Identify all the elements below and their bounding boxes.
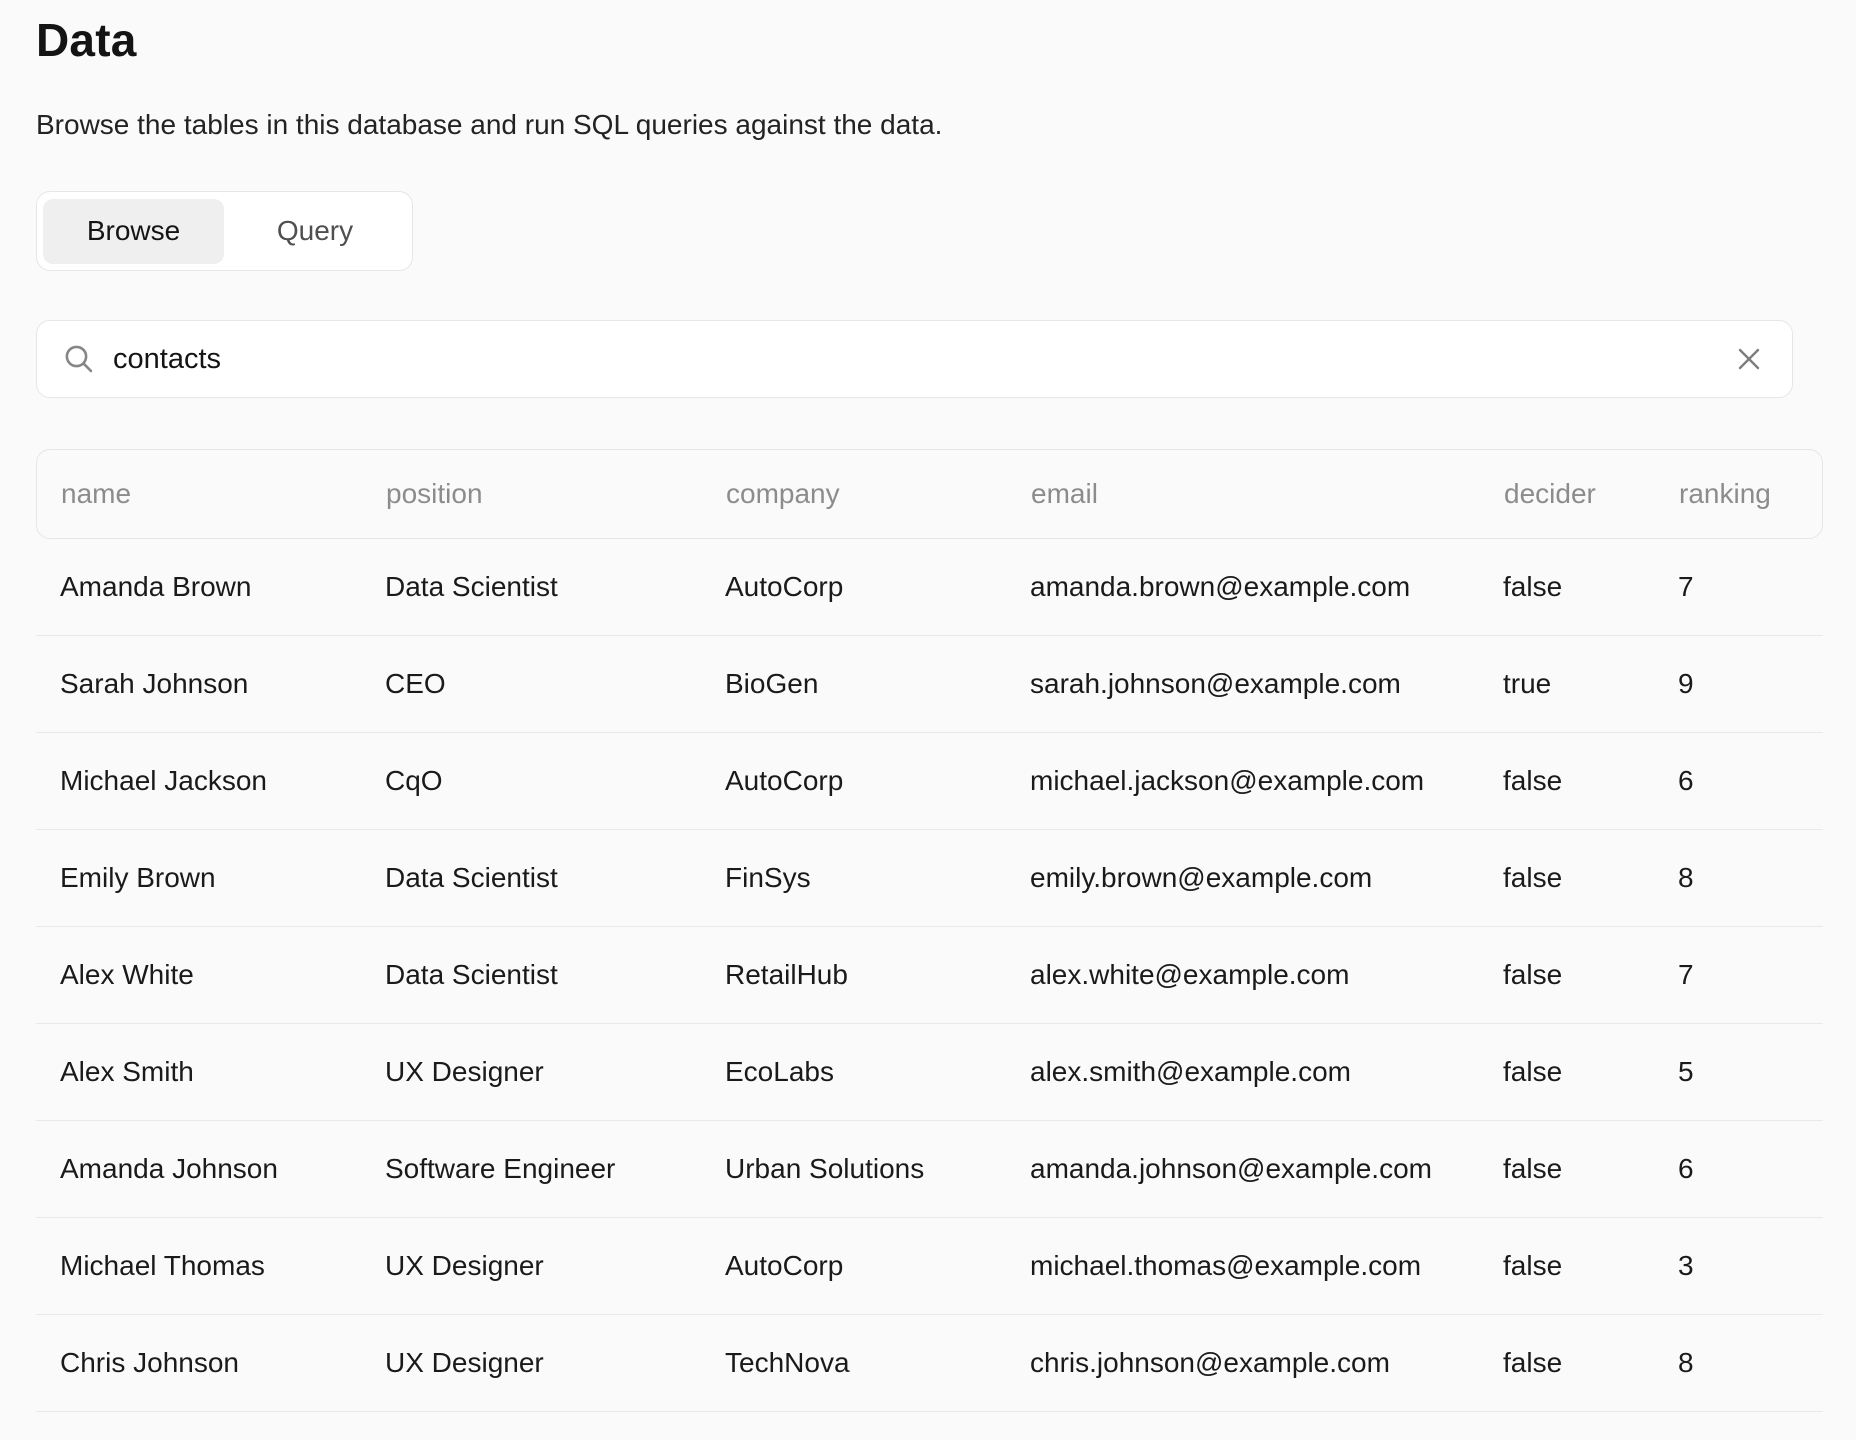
- cell-decider: false: [1503, 1250, 1678, 1282]
- cell-ranking: 3: [1678, 1250, 1823, 1282]
- cell-email: chris.johnson@example.com: [1030, 1347, 1503, 1379]
- cell-ranking: 8: [1678, 1347, 1823, 1379]
- data-page: Data Browse the tables in this database …: [36, 14, 1823, 1412]
- cell-name: Michael Thomas: [60, 1250, 385, 1282]
- cell-company: EcoLabs: [725, 1056, 1030, 1088]
- cell-decider: false: [1503, 862, 1678, 894]
- cell-ranking: 6: [1678, 1153, 1823, 1185]
- cell-position: Data Scientist: [385, 862, 725, 894]
- cell-name: Alex Smith: [60, 1056, 385, 1088]
- cell-company: TechNova: [725, 1347, 1030, 1379]
- cell-decider: false: [1503, 571, 1678, 603]
- search-bar: [36, 320, 1793, 398]
- cell-position: Data Scientist: [385, 571, 725, 603]
- cell-decider: false: [1503, 1347, 1678, 1379]
- cell-name: Amanda Brown: [60, 571, 385, 603]
- cell-position: Data Scientist: [385, 959, 725, 991]
- tab-query[interactable]: Query: [224, 199, 406, 264]
- cell-name: Amanda Johnson: [60, 1153, 385, 1185]
- cell-ranking: 5: [1678, 1056, 1823, 1088]
- table-row: Amanda BrownData ScientistAutoCorpamanda…: [36, 539, 1823, 636]
- cell-decider: false: [1503, 1153, 1678, 1185]
- table-row: Michael ThomasUX DesignerAutoCorpmichael…: [36, 1218, 1823, 1315]
- cell-email: michael.jackson@example.com: [1030, 765, 1503, 797]
- table-row: Alex SmithUX DesignerEcoLabsalex.smith@e…: [36, 1024, 1823, 1121]
- cell-decider: true: [1503, 668, 1678, 700]
- cell-decider: false: [1503, 765, 1678, 797]
- cell-name: Emily Brown: [60, 862, 385, 894]
- cell-email: alex.white@example.com: [1030, 959, 1503, 991]
- cell-company: BioGen: [725, 668, 1030, 700]
- cell-ranking: 6: [1678, 765, 1823, 797]
- cell-position: UX Designer: [385, 1347, 725, 1379]
- cell-company: FinSys: [725, 862, 1030, 894]
- column-header-company: company: [726, 478, 1031, 510]
- search-icon: [63, 343, 95, 375]
- cell-ranking: 7: [1678, 959, 1823, 991]
- cell-company: RetailHub: [725, 959, 1030, 991]
- cell-name: Michael Jackson: [60, 765, 385, 797]
- cell-email: emily.brown@example.com: [1030, 862, 1503, 894]
- cell-position: UX Designer: [385, 1056, 725, 1088]
- tab-browse[interactable]: Browse: [43, 199, 224, 264]
- column-header-email: email: [1031, 478, 1504, 510]
- search-input[interactable]: [113, 343, 1730, 376]
- cell-email: sarah.johnson@example.com: [1030, 668, 1503, 700]
- cell-company: AutoCorp: [725, 1250, 1030, 1282]
- table-body: Amanda BrownData ScientistAutoCorpamanda…: [36, 539, 1823, 1412]
- view-mode-tabs: Browse Query: [36, 191, 413, 271]
- cell-position: CEO: [385, 668, 725, 700]
- table-header: namepositioncompanyemaildeciderranking: [36, 449, 1823, 539]
- cell-ranking: 7: [1678, 571, 1823, 603]
- table-row: Chris JohnsonUX DesignerTechNovachris.jo…: [36, 1315, 1823, 1412]
- column-header-name: name: [61, 478, 386, 510]
- cell-company: AutoCorp: [725, 765, 1030, 797]
- cell-company: AutoCorp: [725, 571, 1030, 603]
- page-title: Data: [36, 14, 1823, 66]
- cell-company: Urban Solutions: [725, 1153, 1030, 1185]
- table-row: Amanda JohnsonSoftware EngineerUrban Sol…: [36, 1121, 1823, 1218]
- column-header-decider: decider: [1504, 478, 1679, 510]
- table-row: Emily BrownData ScientistFinSysemily.bro…: [36, 830, 1823, 927]
- table-row: Michael JacksonCqOAutoCorpmichael.jackso…: [36, 733, 1823, 830]
- cell-ranking: 9: [1678, 668, 1823, 700]
- cell-name: Sarah Johnson: [60, 668, 385, 700]
- column-header-ranking: ranking: [1679, 478, 1822, 510]
- table-row: Alex WhiteData ScientistRetailHubalex.wh…: [36, 927, 1823, 1024]
- cell-email: michael.thomas@example.com: [1030, 1250, 1503, 1282]
- cell-position: CqO: [385, 765, 725, 797]
- clear-search-button[interactable]: [1730, 340, 1768, 378]
- cell-name: Alex White: [60, 959, 385, 991]
- cell-email: alex.smith@example.com: [1030, 1056, 1503, 1088]
- cell-position: Software Engineer: [385, 1153, 725, 1185]
- close-icon: [1734, 344, 1764, 374]
- cell-email: amanda.johnson@example.com: [1030, 1153, 1503, 1185]
- cell-decider: false: [1503, 1056, 1678, 1088]
- column-header-position: position: [386, 478, 726, 510]
- table-row: Sarah JohnsonCEOBioGensarah.johnson@exam…: [36, 636, 1823, 733]
- cell-email: amanda.brown@example.com: [1030, 571, 1503, 603]
- cell-ranking: 8: [1678, 862, 1823, 894]
- cell-position: UX Designer: [385, 1250, 725, 1282]
- cell-decider: false: [1503, 959, 1678, 991]
- cell-name: Chris Johnson: [60, 1347, 385, 1379]
- page-subtitle: Browse the tables in this database and r…: [36, 108, 1823, 142]
